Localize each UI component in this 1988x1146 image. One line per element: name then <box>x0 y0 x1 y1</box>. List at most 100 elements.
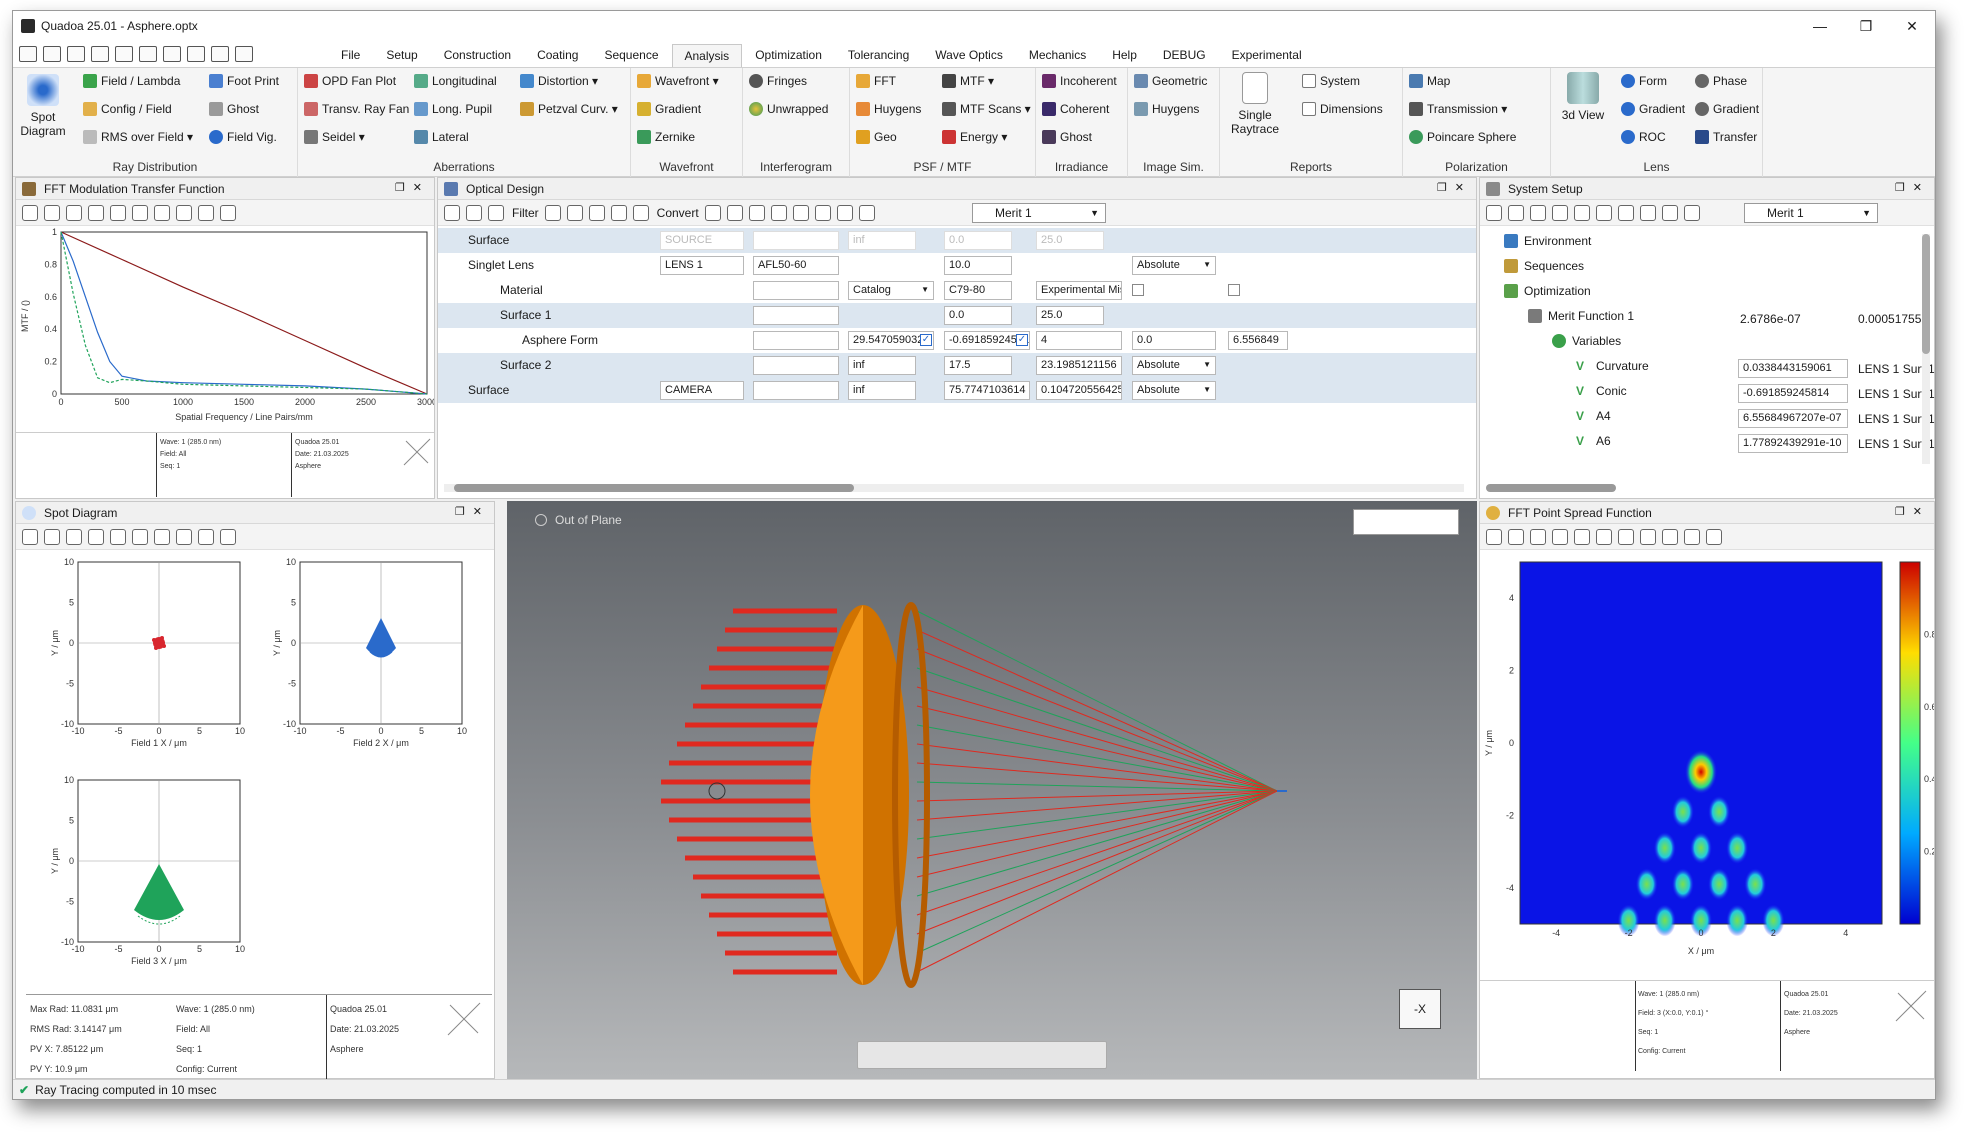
tree-environment[interactable]: Environment <box>1504 234 1591 248</box>
longitudinal-button[interactable]: Longitudinal <box>414 74 497 88</box>
redo-icon[interactable] <box>163 46 181 62</box>
paint-icon[interactable] <box>610 204 627 221</box>
arrow-right4-icon[interactable] <box>1684 204 1700 221</box>
axis-log-icon[interactable] <box>176 528 192 545</box>
panel-window-buttons[interactable]: ❐✕ <box>1437 181 1472 194</box>
cube-icon[interactable] <box>566 204 583 221</box>
spot-diagram-button[interactable]: Spot Diagram <box>19 74 67 138</box>
zernike-button[interactable]: Zernike <box>637 130 695 144</box>
maximize-icon[interactable]: ❐ <box>1843 11 1889 41</box>
menu-file[interactable]: File <box>328 43 373 67</box>
roc-button[interactable]: ROC <box>1621 130 1666 144</box>
material-type-select[interactable]: Catalog <box>848 281 934 300</box>
menu-wave-optics[interactable]: Wave Optics <box>922 43 1016 67</box>
lateral-button[interactable]: Lateral <box>414 130 469 144</box>
row-desc-field[interactable] <box>753 356 839 375</box>
table-row[interactable]: Surface CAMERA inf 75.7747103614 0.10472… <box>438 378 1476 403</box>
vertical-scrollbar[interactable] <box>1922 234 1930 464</box>
arrow-right-icon[interactable] <box>1618 204 1634 221</box>
move-up-icon[interactable] <box>444 204 460 221</box>
arrow-left3-icon[interactable] <box>1596 204 1612 221</box>
row-desc-field[interactable] <box>753 281 839 300</box>
gear-yellow-icon[interactable] <box>632 204 649 221</box>
variable-value-field[interactable]: 1.77892439291e-10 <box>1738 434 1848 453</box>
move-down-icon[interactable] <box>466 204 482 221</box>
layout-icon[interactable] <box>235 46 253 62</box>
convert-label[interactable]: Convert <box>657 206 699 220</box>
thickness-field[interactable]: 0.0 <box>944 231 1012 250</box>
filter-label[interactable]: Filter <box>512 206 539 220</box>
seidel-button[interactable]: Seidel ▾ <box>304 130 365 144</box>
field-vig-button[interactable]: Field Vig. <box>209 130 277 144</box>
unwrapped-button[interactable]: Unwrapped <box>749 102 828 116</box>
huygens-button[interactable]: Huygens <box>856 102 921 116</box>
glass-field[interactable]: C79-80 <box>944 281 1012 300</box>
tree-merit-function[interactable]: Merit Function 1 <box>1528 309 1634 323</box>
mtf-scans-button[interactable]: MTF Scans ▾ <box>942 102 1031 116</box>
poincare-sphere-button[interactable]: Poincare Sphere <box>1409 130 1516 144</box>
panel-window-buttons[interactable]: ❐✕ <box>395 181 430 194</box>
refresh-all-icon[interactable] <box>211 46 229 62</box>
arrow-left2-icon[interactable] <box>1574 204 1590 221</box>
tree-a6[interactable]: V A6 <box>1576 434 1611 448</box>
thickness-field[interactable]: 75.7747103614 <box>944 381 1030 400</box>
fit-icon[interactable] <box>836 204 853 221</box>
legend-icon[interactable] <box>1706 528 1722 545</box>
long-pupil-button[interactable]: Long. Pupil <box>414 102 492 116</box>
catalog-field[interactable]: Experimental Misc <box>1036 281 1122 300</box>
huygens-sim-button[interactable]: Huygens <box>1134 102 1199 116</box>
mode-select[interactable]: Absolute <box>1132 256 1216 275</box>
semi-diameter-field[interactable]: 25.0 <box>1036 306 1104 325</box>
settings-icon[interactable] <box>22 204 38 221</box>
undo-icon[interactable] <box>139 46 157 62</box>
hatch-icon[interactable] <box>588 204 605 221</box>
table-row[interactable]: Surface 2 inf 17.5 23.1985121156 Absolut… <box>438 353 1476 378</box>
row-desc-field[interactable]: AFL50-60 <box>753 256 839 275</box>
fringes-button[interactable]: Fringes <box>749 74 807 88</box>
coherent-button[interactable]: Coherent <box>1042 102 1109 116</box>
merit-select[interactable]: Merit 1 <box>1744 202 1878 223</box>
arrow-right2-icon[interactable] <box>1640 204 1656 221</box>
menu-mechanics[interactable]: Mechanics <box>1016 43 1099 67</box>
thickness-field[interactable]: 17.5 <box>944 356 1012 375</box>
row-desc-field[interactable] <box>753 231 839 250</box>
hand-icon[interactable] <box>858 204 875 221</box>
export-icon[interactable] <box>1596 528 1612 545</box>
variable-checkbox[interactable]: ✓ <box>1016 334 1028 346</box>
axis-icon[interactable] <box>154 528 170 545</box>
move-down-icon[interactable] <box>1508 204 1524 221</box>
tree-optimization[interactable]: Optimization <box>1504 284 1591 298</box>
table-row[interactable]: Singlet Lens LENS 1 AFL50-60 10.0 Absolu… <box>438 253 1476 278</box>
ghost-button[interactable]: Ghost <box>209 102 259 116</box>
tree-variables[interactable]: Variables <box>1552 334 1621 348</box>
petzval-curv-button[interactable]: Petzval Curv. ▾ <box>520 102 618 116</box>
minimize-icon[interactable]: — <box>1797 11 1843 41</box>
list-icon[interactable] <box>488 204 504 221</box>
panel-window-buttons[interactable]: ❐✕ <box>455 505 490 518</box>
menu-tolerancing[interactable]: Tolerancing <box>835 43 922 67</box>
menu-experimental[interactable]: Experimental <box>1219 43 1315 67</box>
variable-checkbox[interactable]: ✓ <box>920 334 932 346</box>
lock-icon[interactable] <box>88 528 104 545</box>
gradient-button[interactable]: Gradient <box>637 102 701 116</box>
export-icon[interactable] <box>132 528 148 545</box>
refresh-icon[interactable] <box>187 46 205 62</box>
print-icon[interactable] <box>1508 528 1524 545</box>
colormap-icon[interactable] <box>1618 528 1634 545</box>
row-name-field[interactable]: CAMERA <box>660 381 744 400</box>
dimensions-button[interactable]: Dimensions <box>1302 102 1383 116</box>
tree-conic[interactable]: V Conic <box>1576 384 1627 398</box>
variable-value-field[interactable]: 6.55684967207e-07 <box>1738 409 1848 428</box>
tree-a4[interactable]: V A4 <box>1576 409 1611 423</box>
mode-select[interactable]: Absolute <box>1132 356 1216 375</box>
transv-ray-fan-button[interactable]: Transv. Ray Fan <box>304 102 409 116</box>
grid-icon[interactable] <box>1684 528 1700 545</box>
print-icon[interactable] <box>44 528 60 545</box>
menu-construction[interactable]: Construction <box>431 43 524 67</box>
order-stepper[interactable]: 4 <box>1036 331 1122 350</box>
view-direction-toolbar[interactable] <box>857 1041 1107 1069</box>
menu-analysis[interactable]: Analysis <box>671 44 743 67</box>
save-as-icon[interactable] <box>115 46 133 62</box>
pickup-icon[interactable] <box>748 204 765 221</box>
row-desc-field[interactable] <box>753 331 839 350</box>
